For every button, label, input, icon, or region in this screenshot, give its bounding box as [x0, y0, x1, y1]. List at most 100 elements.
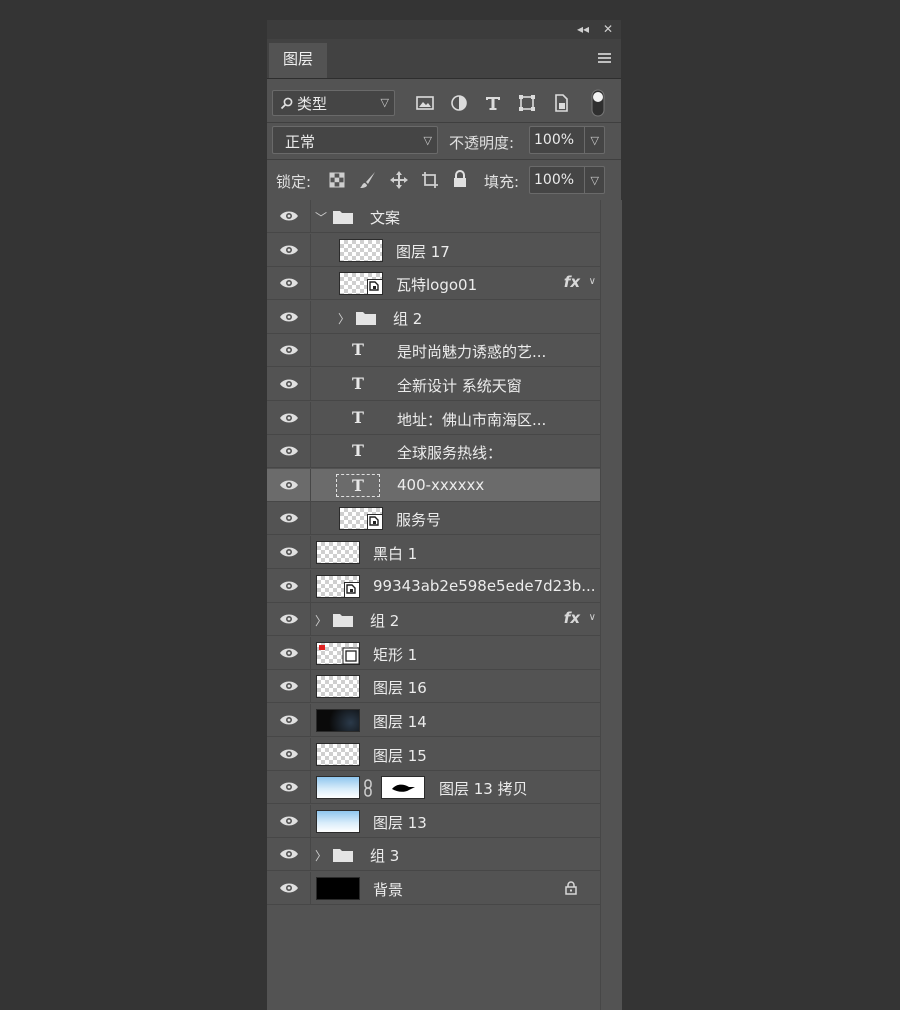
fill-field[interactable]: 100% ▽: [529, 166, 605, 194]
visibility-toggle[interactable]: [267, 233, 311, 267]
layer-row[interactable]: T 是时尚魅力诱惑的艺...: [267, 334, 600, 368]
layer-name[interactable]: 图层 15: [373, 745, 427, 766]
artboard-lock-icon[interactable]: [420, 170, 440, 190]
visibility-toggle[interactable]: [267, 267, 311, 301]
visibility-eye-icon[interactable]: [279, 748, 299, 760]
lock-all-icon[interactable]: [452, 170, 468, 188]
layer-row[interactable]: 99343ab2e598e5ede7d23b...: [267, 569, 600, 603]
opacity-field[interactable]: 100% ▽: [529, 126, 605, 154]
double-chevron-left-icon[interactable]: ◂◂: [577, 22, 589, 36]
visibility-eye-icon[interactable]: [279, 580, 299, 592]
visibility-eye-icon[interactable]: [279, 277, 299, 289]
visibility-toggle[interactable]: [267, 737, 311, 771]
visibility-eye-icon[interactable]: [279, 613, 299, 625]
layer-row[interactable]: 图层 13 拷贝: [267, 771, 600, 805]
chevron-right-icon[interactable]: 〉: [315, 847, 327, 864]
visibility-eye-icon[interactable]: [279, 882, 299, 894]
layer-row[interactable]: T 全新设计 系统天窗: [267, 368, 600, 401]
visibility-toggle[interactable]: [267, 771, 311, 805]
layer-row[interactable]: 图层 17: [267, 233, 600, 267]
move-icon[interactable]: [389, 170, 409, 190]
brush-icon[interactable]: [358, 170, 378, 190]
layer-name[interactable]: 图层 13: [373, 812, 427, 833]
layer-name[interactable]: 文案: [370, 207, 400, 228]
fx-effects-icon[interactable]: fx: [564, 273, 580, 291]
chevron-down-icon[interactable]: ∨: [589, 612, 596, 623]
layer-name[interactable]: 400-xxxxxx: [397, 476, 484, 494]
image-filter-icon[interactable]: [414, 92, 436, 114]
layer-name[interactable]: 组 2: [393, 308, 422, 329]
layer-row[interactable]: 矩形 1: [267, 636, 600, 670]
visibility-toggle[interactable]: [267, 300, 311, 334]
fx-effects-icon[interactable]: fx: [564, 609, 580, 627]
visibility-toggle[interactable]: [267, 804, 311, 838]
layer-row[interactable]: 服务号: [267, 502, 600, 536]
layer-name[interactable]: 图层 17: [396, 241, 450, 262]
visibility-eye-icon[interactable]: [279, 445, 299, 457]
visibility-eye-icon[interactable]: [279, 479, 299, 491]
visibility-toggle[interactable]: [267, 569, 311, 603]
visibility-eye-icon[interactable]: [279, 647, 299, 659]
smart-object-filter-icon[interactable]: [550, 92, 572, 114]
visibility-eye-icon[interactable]: [279, 680, 299, 692]
visibility-toggle[interactable]: [267, 872, 311, 905]
layer-row[interactable]: 图层 13: [267, 804, 600, 838]
link-chain-icon[interactable]: [363, 779, 373, 797]
visibility-toggle[interactable]: [267, 334, 311, 368]
layer-name[interactable]: 全球服务热线：: [397, 442, 502, 463]
layer-group-row[interactable]: 〉 组 3: [267, 838, 600, 872]
visibility-toggle[interactable]: [267, 401, 311, 435]
layer-group-row[interactable]: ﹀ 文案: [267, 200, 600, 233]
chevron-down-icon[interactable]: ▽: [591, 174, 599, 187]
chevron-right-icon[interactable]: 〉: [338, 310, 350, 327]
visibility-eye-icon[interactable]: [279, 714, 299, 726]
visibility-eye-icon[interactable]: [279, 781, 299, 793]
visibility-eye-icon[interactable]: [279, 311, 299, 323]
layer-name[interactable]: 瓦特logo01: [396, 274, 477, 295]
layer-group-row[interactable]: 〉 组 2 fx ∨: [267, 603, 600, 637]
lock-transparent-icon[interactable]: [329, 172, 345, 188]
visibility-toggle[interactable]: [267, 636, 311, 670]
visibility-eye-icon[interactable]: [279, 546, 299, 558]
visibility-eye-icon[interactable]: [279, 815, 299, 827]
visibility-eye-icon[interactable]: [279, 512, 299, 524]
adjustment-filter-icon[interactable]: [448, 92, 470, 114]
visibility-toggle[interactable]: [267, 670, 311, 704]
visibility-eye-icon[interactable]: [279, 210, 299, 222]
visibility-toggle[interactable]: [267, 704, 311, 737]
layer-row[interactable]: 图层 14: [267, 704, 600, 737]
visibility-toggle[interactable]: [267, 838, 311, 872]
scrollbar-track[interactable]: [600, 200, 622, 1010]
type-filter-icon[interactable]: [482, 92, 504, 114]
visibility-toggle[interactable]: [267, 603, 311, 637]
layer-row[interactable]: 黑白 1: [267, 536, 600, 569]
layer-group-row[interactable]: 〉 组 2: [267, 300, 600, 334]
layer-name[interactable]: 是时尚魅力诱惑的艺...: [397, 341, 546, 362]
layer-name[interactable]: 矩形 1: [373, 644, 417, 665]
layer-row[interactable]: T 全球服务热线：: [267, 435, 600, 469]
chevron-down-icon[interactable]: ▽: [591, 134, 599, 147]
layer-name[interactable]: 地址：佛山市南海区...: [397, 409, 546, 430]
visibility-toggle[interactable]: [267, 468, 311, 502]
visibility-toggle[interactable]: [267, 368, 311, 401]
layer-name[interactable]: 背景: [373, 879, 403, 900]
visibility-toggle[interactable]: [267, 435, 311, 469]
visibility-eye-icon[interactable]: [279, 244, 299, 256]
layer-name[interactable]: 服务号: [396, 509, 441, 530]
layer-mask-thumbnail[interactable]: [381, 776, 425, 800]
layer-row[interactable]: 图层 16: [267, 670, 600, 704]
tab-layers[interactable]: 图层: [269, 43, 327, 78]
layer-row[interactable]: T 地址：佛山市南海区...: [267, 401, 600, 435]
visibility-toggle[interactable]: [267, 502, 311, 536]
layer-name[interactable]: 图层 13 拷贝: [439, 778, 528, 799]
visibility-eye-icon[interactable]: [279, 344, 299, 356]
visibility-eye-icon[interactable]: [279, 848, 299, 860]
chevron-down-icon[interactable]: ﹀: [315, 209, 327, 226]
layer-row[interactable]: 背景: [267, 872, 600, 905]
chevron-right-icon[interactable]: 〉: [315, 612, 327, 629]
filter-toggle-icon[interactable]: [587, 88, 609, 118]
visibility-toggle[interactable]: [267, 536, 311, 569]
layer-name[interactable]: 图层 16: [373, 677, 427, 698]
close-icon[interactable]: ✕: [603, 22, 613, 36]
layer-name[interactable]: 黑白 1: [373, 543, 417, 564]
